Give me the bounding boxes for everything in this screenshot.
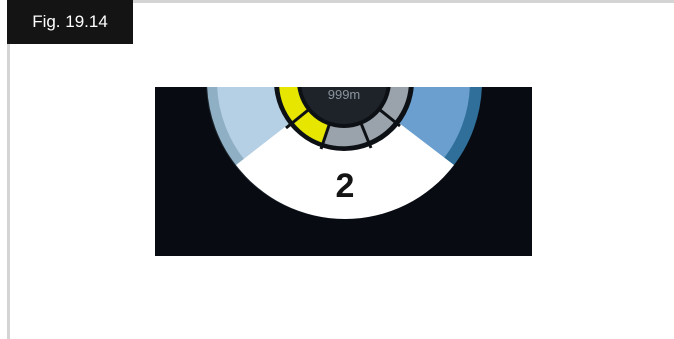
figure-frame-left-border [7, 0, 10, 339]
gauge-screenshot: 999m 2 [155, 87, 532, 256]
selected-number: 2 [336, 167, 355, 205]
figure-label: Fig. 19.14 [7, 0, 133, 44]
gauge-graphic: 999m 2 [155, 87, 532, 256]
distance-readout: 999m [328, 87, 361, 102]
